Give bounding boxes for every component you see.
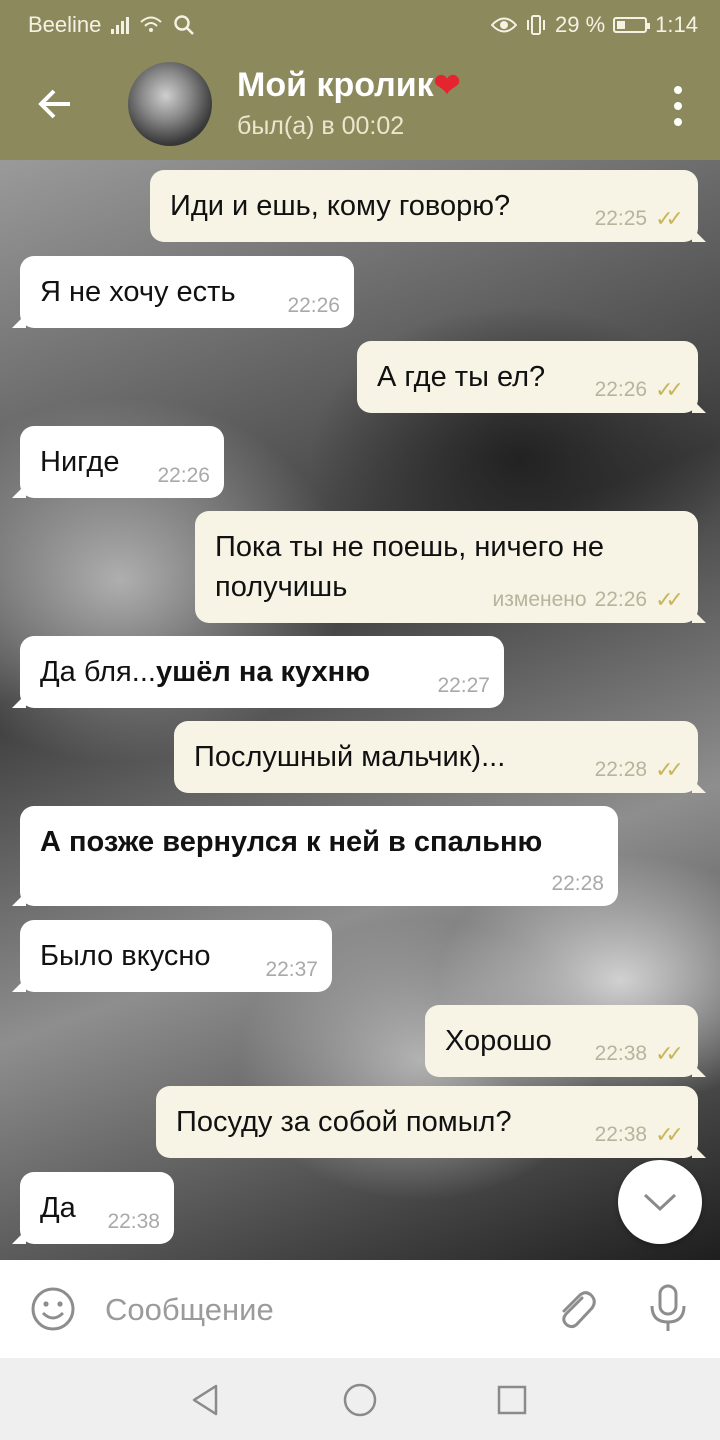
scroll-down-button[interactable] xyxy=(618,1160,702,1244)
battery-percent: 29 % xyxy=(555,12,606,37)
clock: 1:14 xyxy=(655,12,698,37)
message-bubble[interactable]: Да 22:38 xyxy=(12,1172,174,1244)
message-text: Было вкусно xyxy=(40,940,211,972)
signal-icon xyxy=(111,16,130,34)
double-check-icon: ✓✓ xyxy=(655,757,684,782)
message-text: Нигде xyxy=(40,446,120,478)
more-menu-icon[interactable] xyxy=(670,86,686,126)
message-time: 22:27 xyxy=(437,674,490,697)
back-arrow-icon[interactable] xyxy=(34,82,78,126)
message-bubble[interactable]: Иди и ешь, кому говорю? 22:25 ✓✓ xyxy=(150,170,706,242)
carrier-label: Beeline xyxy=(28,12,102,37)
message-text: Хорошо xyxy=(445,1025,552,1057)
double-check-icon: ✓✓ xyxy=(655,587,684,612)
message-bubble[interactable]: Да бля...ушёл на кухню 22:27 xyxy=(12,636,504,708)
status-bar: Beeline 29 % 1:14 xyxy=(0,0,720,48)
avatar[interactable] xyxy=(128,62,212,146)
message-text: Послушный мальчик)... xyxy=(194,741,506,773)
message-bubble[interactable]: Нигде 22:26 xyxy=(12,426,224,498)
system-nav-bar xyxy=(0,1358,720,1440)
message-time: 22:26 xyxy=(594,378,648,401)
wifi-icon xyxy=(140,16,163,32)
double-check-icon: ✓✓ xyxy=(655,377,684,402)
back-triangle-icon[interactable] xyxy=(186,1380,226,1420)
home-circle-icon[interactable] xyxy=(340,1380,380,1420)
message-text: Я не хочу есть xyxy=(40,276,236,308)
message-text: Да бля... xyxy=(40,656,156,688)
message-input[interactable]: Сообщение xyxy=(105,1292,274,1328)
chevron-down-icon xyxy=(643,1193,677,1212)
emoji-icon[interactable] xyxy=(30,1286,76,1332)
microphone-icon[interactable] xyxy=(646,1282,690,1334)
message-text-bold: ушёл на кухню xyxy=(155,656,370,688)
message-bubble[interactable]: А позже вернулся к ней в спальню 22:28 xyxy=(12,806,618,906)
message-text: Да xyxy=(40,1192,76,1224)
message-time: 22:25 xyxy=(594,207,648,230)
message-bubble[interactable]: Пока ты не поешь, ничего не получишь изм… xyxy=(195,511,706,623)
message-bubble[interactable]: Посуду за собой помыл? 22:38 ✓✓ xyxy=(156,1086,706,1158)
chat-title-text: Мой кролик xyxy=(237,66,434,104)
message-time: 22:26 xyxy=(157,464,210,487)
message-bubble[interactable]: Хорошо 22:38 ✓✓ xyxy=(425,1005,706,1077)
message-time: 22:38 xyxy=(594,1123,648,1146)
message-text: Иди и ешь, кому говорю? xyxy=(170,190,511,222)
message-text: А где ты ел? xyxy=(377,361,546,393)
message-time: 22:38 xyxy=(107,1210,160,1233)
chat-header: Мой кролик❤ был(а) в 00:02 xyxy=(0,48,720,160)
edited-label: изменено xyxy=(492,588,587,611)
message-input-bar: Сообщение xyxy=(0,1260,720,1358)
message-bubble[interactable]: Было вкусно 22:37 xyxy=(12,920,332,992)
double-check-icon: ✓✓ xyxy=(655,1122,684,1147)
message-time: 22:28 xyxy=(594,758,648,781)
message-time: 22:26 xyxy=(594,588,648,611)
last-seen-status: был(а) в 00:02 xyxy=(237,112,405,140)
heart-emoji: ❤ xyxy=(433,67,461,103)
chat-title[interactable]: Мой кролик❤ xyxy=(237,66,460,105)
message-time: 22:26 xyxy=(287,294,340,317)
message-text-bold: А позже вернулся к ней в спальню xyxy=(40,826,543,858)
message-time: 22:37 xyxy=(265,958,318,981)
message-bubble[interactable]: Я не хочу есть 22:26 xyxy=(12,256,354,328)
message-bubble[interactable]: Послушный мальчик)... 22:28 ✓✓ xyxy=(174,721,706,793)
message-text-line-2: получишь xyxy=(215,571,348,603)
search-icon xyxy=(174,15,195,35)
eye-icon xyxy=(491,17,518,33)
message-time: 22:28 xyxy=(551,872,604,895)
message-bubble[interactable]: А где ты ел? 22:26 ✓✓ xyxy=(357,341,706,413)
vibrate-icon xyxy=(527,15,546,35)
battery-icon xyxy=(613,17,651,33)
double-check-icon: ✓✓ xyxy=(655,1041,684,1066)
recents-square-icon[interactable] xyxy=(492,1380,532,1420)
message-list[interactable]: Иди и ешь, кому говорю? 22:25 ✓✓ Я не хоч… xyxy=(0,160,720,1260)
message-text-line-1: Пока ты не поешь, ничего не xyxy=(215,531,605,563)
paperclip-icon[interactable] xyxy=(552,1284,600,1332)
message-time: 22:38 xyxy=(594,1042,648,1065)
double-check-icon: ✓✓ xyxy=(655,206,684,231)
message-text: Посуду за собой помыл? xyxy=(176,1106,512,1138)
